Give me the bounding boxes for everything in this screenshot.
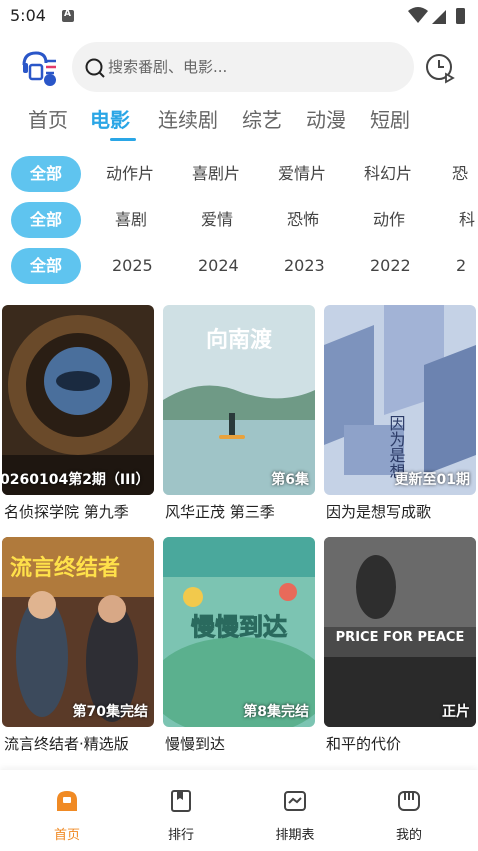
video-title: 慢慢到达 bbox=[165, 735, 226, 753]
tab-short-drama[interactable]: 短剧 bbox=[370, 104, 410, 133]
episode-badge: 第6集 bbox=[271, 472, 309, 488]
poster-image[interactable]: 流言终结者 第70集完结 bbox=[2, 537, 154, 727]
poster-image[interactable]: 向南渡 第6集 bbox=[163, 305, 315, 495]
poster-title-text: 向南渡 bbox=[206, 327, 273, 353]
filter-row-type: 全部 动作片 喜剧片 爱情片 科幻片 恐 bbox=[0, 156, 478, 194]
filter-type-action[interactable]: 动作片 bbox=[106, 156, 154, 192]
video-title: 名侦探学院 第九季 bbox=[4, 503, 129, 521]
history-icon[interactable] bbox=[424, 52, 456, 84]
ranking-icon bbox=[171, 790, 191, 812]
filter-year-2023[interactable]: 2023 bbox=[284, 248, 325, 284]
filter-year-2025[interactable]: 2025 bbox=[112, 248, 153, 284]
filter-genre-romance[interactable]: 爱情 bbox=[201, 202, 233, 238]
video-title: 流言终结者·精选版 bbox=[4, 735, 129, 753]
nav-label: 首页 bbox=[53, 828, 80, 843]
filter-genre-action[interactable]: 动作 bbox=[373, 202, 405, 238]
search-bar[interactable] bbox=[72, 42, 414, 92]
filter-type-scifi[interactable]: 科幻片 bbox=[364, 156, 412, 192]
profile-icon bbox=[398, 791, 420, 811]
video-title: 风华正茂 第三季 bbox=[165, 503, 275, 521]
notification-icon bbox=[62, 9, 74, 22]
tab-movie[interactable]: 电影 bbox=[90, 104, 130, 133]
tab-home[interactable]: 首页 bbox=[28, 104, 68, 133]
filter-genre-horror[interactable]: 恐怖 bbox=[287, 202, 319, 238]
episode-badge: 第70集完结 bbox=[72, 704, 148, 720]
nav-label: 我的 bbox=[395, 828, 422, 843]
poster-image[interactable]: 0260104第2期（III） bbox=[2, 305, 154, 495]
filter-genre-scifi[interactable]: 科 bbox=[459, 202, 475, 238]
nav-profile[interactable]: 我的 bbox=[369, 788, 449, 843]
nav-home[interactable]: 首页 bbox=[27, 788, 107, 843]
tab-series[interactable]: 连续剧 bbox=[158, 104, 218, 133]
battery-icon bbox=[456, 8, 465, 24]
filter-year-all[interactable]: 全部 bbox=[11, 248, 81, 284]
filter-row-genre: 全部 喜剧 爱情 恐怖 动作 科 bbox=[0, 202, 478, 240]
nav-ranking[interactable]: 排行 bbox=[141, 788, 221, 843]
status-time: 5:04 bbox=[10, 6, 46, 25]
poster-image[interactable]: 慢慢到达 第8集完结 bbox=[163, 537, 315, 727]
filter-genre-all[interactable]: 全部 bbox=[11, 202, 81, 238]
filter-type-comedy[interactable]: 喜剧片 bbox=[192, 156, 240, 192]
poster-title-text: 慢慢到达 bbox=[191, 613, 287, 641]
tab-anime[interactable]: 动漫 bbox=[306, 104, 346, 133]
header bbox=[0, 40, 478, 96]
schedule-icon bbox=[284, 791, 306, 811]
episode-badge: 第8集完结 bbox=[243, 704, 309, 720]
poster-image[interactable]: PRICE FOR PEACE 正片 bbox=[324, 537, 476, 727]
poster-image[interactable]: 因为是想 更新至01期 bbox=[324, 305, 476, 495]
filter-row-year: 全部 2025 2024 2023 2022 2 bbox=[0, 248, 478, 286]
wifi-icon bbox=[408, 7, 428, 23]
nav-schedule[interactable]: 排期表 bbox=[255, 788, 335, 843]
filter-type-horror[interactable]: 恐 bbox=[452, 156, 468, 192]
status-bar: 5:04 bbox=[0, 0, 478, 34]
status-icons bbox=[408, 7, 465, 24]
nav-label: 排期表 bbox=[275, 828, 315, 843]
episode-badge: 更新至01期 bbox=[394, 472, 470, 488]
episode-badge: 正片 bbox=[442, 704, 470, 720]
poster-title-text: PRICE FOR PEACE bbox=[336, 630, 465, 645]
home-icon bbox=[57, 791, 77, 811]
main-tabs: 首页 电影 连续剧 综艺 动漫 短剧 bbox=[16, 104, 478, 144]
bottom-nav: 首页 排行 排期表 我的 bbox=[0, 770, 478, 851]
video-title: 和平的代价 bbox=[326, 735, 402, 753]
search-input[interactable] bbox=[108, 54, 398, 80]
filter-year-2024[interactable]: 2024 bbox=[198, 248, 239, 284]
tab-variety[interactable]: 综艺 bbox=[242, 104, 282, 133]
active-tab-indicator bbox=[110, 138, 136, 141]
filter-year-2022[interactable]: 2022 bbox=[370, 248, 411, 284]
search-icon bbox=[85, 58, 105, 78]
video-title: 因为是想写成歌 bbox=[326, 503, 432, 521]
filter-year-2021[interactable]: 2 bbox=[456, 248, 466, 284]
app-logo-icon[interactable] bbox=[20, 49, 60, 87]
filter-type-all[interactable]: 全部 bbox=[11, 156, 81, 192]
filter-genre-comedy[interactable]: 喜剧 bbox=[115, 202, 147, 238]
episode-badge: 0260104第2期（III） bbox=[2, 472, 150, 488]
nav-label: 排行 bbox=[167, 828, 194, 843]
signal-icon bbox=[432, 10, 446, 24]
filter-type-romance[interactable]: 爱情片 bbox=[278, 156, 326, 192]
poster-title-text: 流言终结者 bbox=[10, 555, 120, 581]
